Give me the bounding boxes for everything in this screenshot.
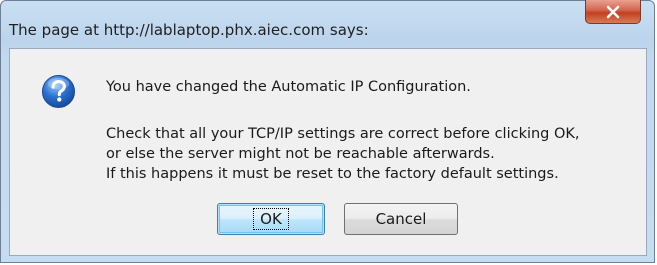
message-line-1: You have changed the Automatic IP Config…: [106, 79, 471, 95]
dialog-body: You have changed the Automatic IP Config…: [9, 48, 647, 256]
ok-button-label: OK: [253, 208, 289, 230]
dialog-window: The page at http://lablaptop.phx.aiec.co…: [0, 0, 655, 263]
question-icon: [41, 74, 76, 109]
cancel-button[interactable]: Cancel: [344, 203, 458, 235]
close-button[interactable]: [585, 0, 641, 24]
close-x-icon: [606, 5, 620, 18]
title-bar[interactable]: The page at http://lablaptop.phx.aiec.co…: [1, 0, 654, 53]
message-line-4: If this happens it must be reset to the …: [106, 166, 559, 182]
message-line-2: Check that all your TCP/IP settings are …: [106, 126, 580, 142]
window-title: The page at http://lablaptop.phx.aiec.co…: [9, 21, 369, 39]
message-line-3: or else the server might not be reachabl…: [106, 146, 495, 162]
ok-button[interactable]: OK: [217, 203, 325, 235]
cancel-button-label: Cancel: [375, 210, 427, 228]
